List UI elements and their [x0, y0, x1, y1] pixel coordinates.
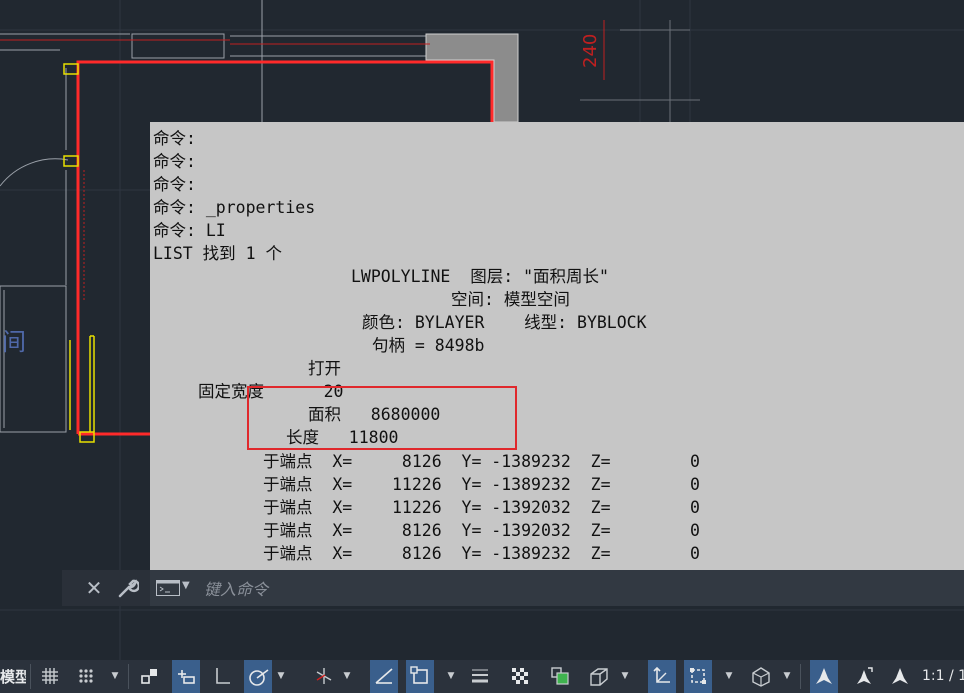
- grid-button[interactable]: [36, 660, 64, 693]
- command-input[interactable]: [202, 574, 946, 604]
- annotation-visibility-icon: [816, 668, 832, 684]
- status-bar: 模型 ▼ ▼ ▼ ▼ ▼ ▼ ▼ 1:1 / 1: [0, 660, 964, 693]
- ortho-icon: [216, 668, 230, 684]
- chevron-down-icon[interactable]: ▼: [108, 660, 122, 693]
- chevron-down-icon[interactable]: ▼: [722, 660, 736, 693]
- command-prompt-icon[interactable]: [156, 580, 180, 596]
- dimension-text: 240: [580, 34, 601, 68]
- snap-icon: [79, 669, 93, 683]
- history-line: 打开: [308, 359, 341, 378]
- command-line: ✕ ▼: [62, 570, 964, 606]
- chevron-down-icon[interactable]: ▼: [444, 660, 458, 693]
- annotation-scale-icon-button[interactable]: [886, 660, 914, 693]
- polar-icon: [249, 669, 269, 686]
- history-line: 面积 8680000: [308, 405, 441, 424]
- history-line: 长度 11800: [286, 428, 399, 447]
- dynamic-input-icon: [178, 670, 195, 684]
- gizmo-icon: [752, 667, 770, 687]
- command-history: 命令: 命令: 命令: 命令: _properties 命令: LI LIST …: [150, 122, 964, 570]
- lineweight-icon: [472, 669, 488, 683]
- grid-icon: [42, 668, 58, 684]
- command-line-tools: ✕: [62, 570, 150, 606]
- chevron-down-icon[interactable]: ▼: [182, 580, 190, 591]
- object-snap-button[interactable]: [406, 660, 434, 693]
- history-line: 于端点 X= 11226 Y= -1392032 Z= 0: [263, 498, 700, 517]
- dynamic-ucs-button[interactable]: [648, 660, 676, 693]
- tab-model[interactable]: 模型: [0, 664, 26, 690]
- object-snap-tracking-button[interactable]: [370, 660, 398, 693]
- isodraft-button[interactable]: [310, 660, 338, 693]
- room-label: 间: [2, 328, 26, 356]
- dynamic-ucs-icon: [653, 666, 670, 683]
- chevron-down-icon[interactable]: ▼: [618, 660, 632, 693]
- lineweight-button[interactable]: [466, 660, 494, 693]
- infer-constraints-button[interactable]: [136, 660, 164, 693]
- history-line: 空间: 模型空间: [451, 290, 570, 309]
- chevron-down-icon[interactable]: ▼: [340, 660, 354, 693]
- selection-cycling-button[interactable]: [546, 660, 574, 693]
- object-snap-icon: [410, 666, 428, 684]
- history-line: 于端点 X= 8126 Y= -1392032 Z= 0: [263, 521, 700, 540]
- history-line: 于端点 X= 8126 Y= -1389232 Z= 0: [263, 544, 700, 563]
- 3d-object-snap-button[interactable]: [584, 660, 612, 693]
- snap-button[interactable]: [72, 660, 100, 693]
- infer-constraints-icon: [141, 669, 157, 684]
- history-line: 命令:: [153, 152, 196, 171]
- history-line: 命令: LI: [153, 221, 226, 240]
- ortho-button[interactable]: [208, 660, 236, 693]
- history-line: 句柄 = 8498b: [372, 336, 485, 355]
- polar-button[interactable]: [244, 660, 272, 693]
- transparency-button[interactable]: [506, 660, 534, 693]
- dynamic-input-button[interactable]: [172, 660, 200, 693]
- chevron-down-icon[interactable]: ▼: [780, 660, 794, 693]
- annotation-visibility-button[interactable]: [810, 660, 838, 693]
- close-icon[interactable]: ✕: [80, 574, 108, 602]
- auto-scale-button[interactable]: [850, 660, 878, 693]
- transparency-icon: [512, 668, 528, 684]
- object-snap-tracking-icon: [375, 668, 393, 684]
- selection-filter-icon: [690, 668, 706, 684]
- history-line: 固定宽度 20: [198, 382, 344, 401]
- annotation-scale-icon: [892, 668, 908, 684]
- selection-cycling-icon: [551, 667, 569, 685]
- command-input-area[interactable]: ▼: [150, 570, 964, 606]
- history-line: LWPOLYLINE 图层: "面积周长": [351, 267, 609, 286]
- history-line: 命令: _properties: [153, 198, 316, 217]
- selection-filter-button[interactable]: [684, 660, 712, 693]
- isodraft-icon: [316, 668, 332, 684]
- gizmo-button[interactable]: [746, 660, 774, 693]
- history-line: 于端点 X= 11226 Y= -1389232 Z= 0: [263, 475, 700, 494]
- history-line: 颜色: BYLAYER 线型: BYBLOCK: [362, 313, 647, 332]
- history-line: 命令:: [153, 129, 196, 148]
- 3d-object-snap-icon: [590, 668, 608, 686]
- history-line: LIST 找到 1 个: [153, 244, 282, 263]
- history-line: 命令:: [153, 175, 196, 194]
- history-line: 于端点 X= 8126 Y= -1389232 Z= 0: [263, 452, 700, 471]
- annotation-scale[interactable]: 1:1 / 1: [922, 660, 964, 693]
- chevron-down-icon[interactable]: ▼: [274, 660, 288, 693]
- auto-scale-icon: [857, 667, 873, 684]
- wrench-icon[interactable]: [114, 574, 142, 602]
